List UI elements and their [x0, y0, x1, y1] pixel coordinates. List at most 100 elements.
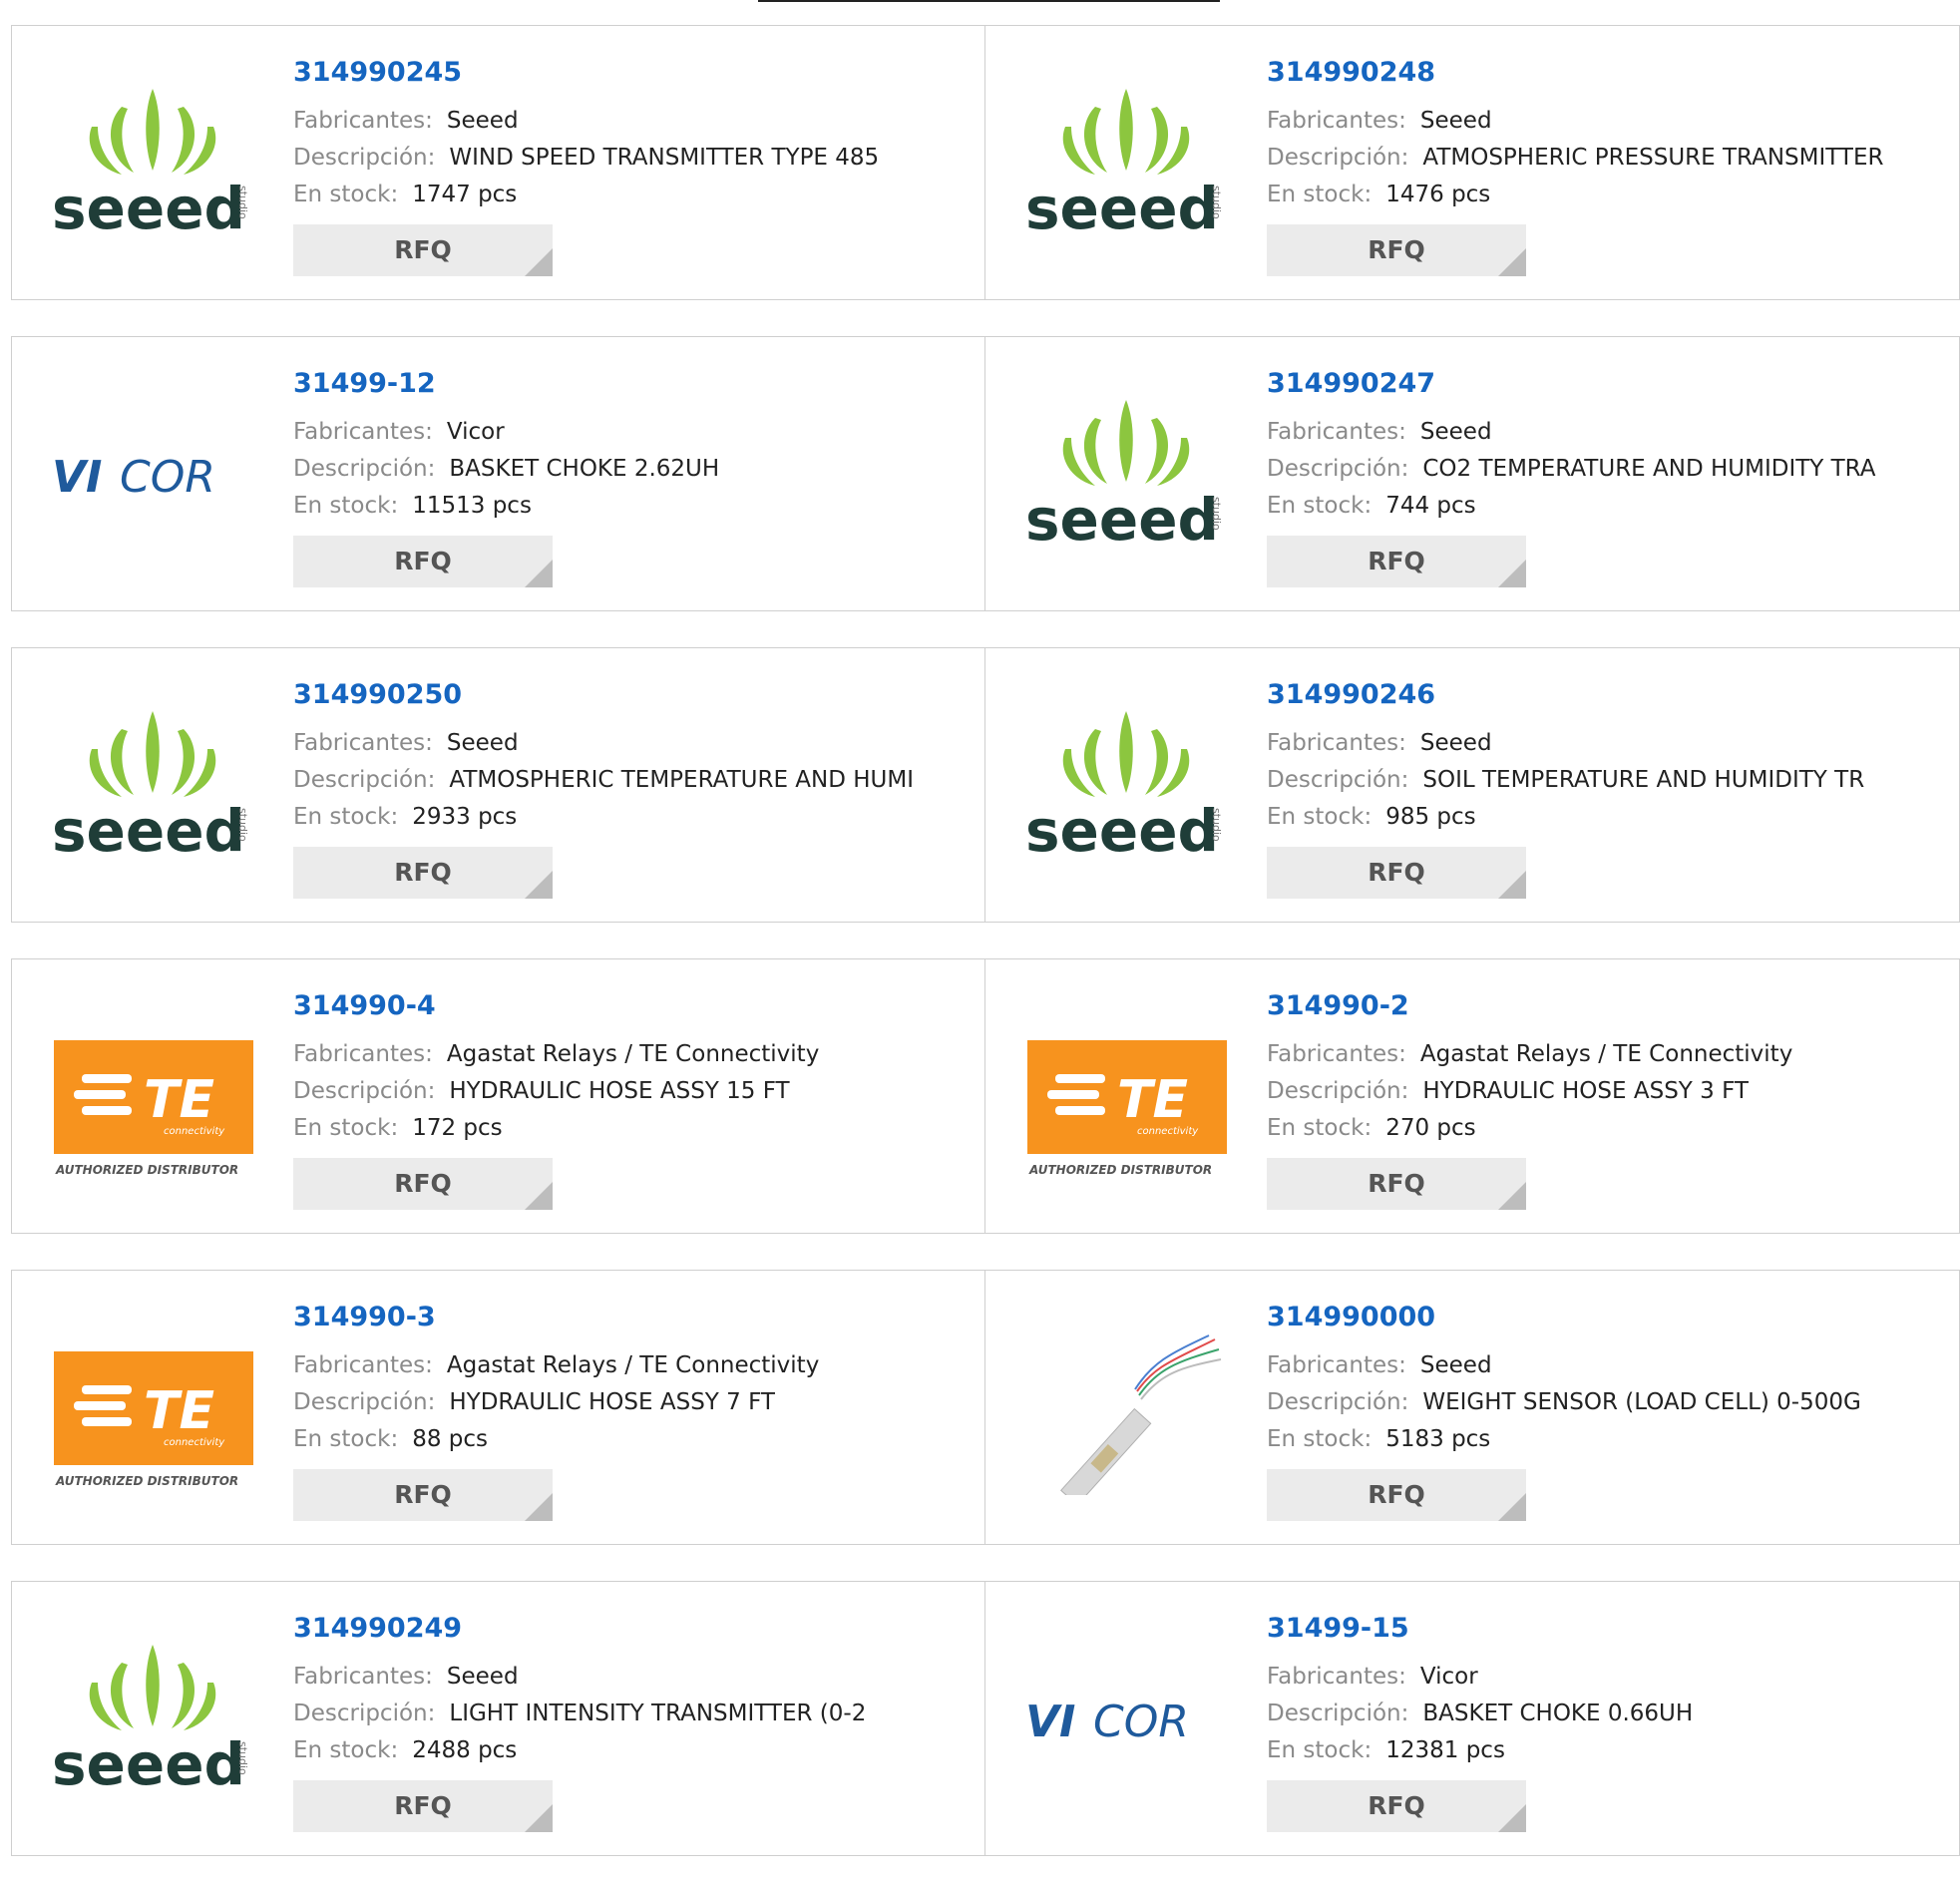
part-number-link[interactable]: 314990-3 [293, 1301, 819, 1334]
corner-triangle-icon [525, 247, 553, 276]
description-row: Descripción: CO2 TEMPERATURE AND HUMIDITY… [1267, 451, 1875, 488]
rfq-label: RFQ [394, 1480, 452, 1510]
stock-row: En stock: 2933 pcs [293, 799, 914, 836]
rfq-label: RFQ [1368, 1480, 1425, 1510]
product-info: 314990-4 Fabricantes: Agastat Relays / TE… [293, 989, 819, 1210]
manufacturer-value: Seeed [1419, 729, 1492, 756]
part-number-link[interactable]: 314990246 [1267, 678, 1864, 712]
stock-row: En stock: 2488 pcs [293, 1732, 866, 1769]
stock-label: En stock: [293, 492, 399, 519]
manufacturer-row: Fabricantes: Vicor [293, 414, 719, 451]
rfq-label: RFQ [1368, 858, 1425, 888]
description-row: Descripción: HYDRAULIC HOSE ASSY 7 FT [293, 1384, 819, 1421]
seeed-logo-icon: seeedstudio [1025, 711, 1223, 865]
description-label: Descripción: [293, 1077, 436, 1104]
svg-text:AUTHORIZED DISTRIBUTOR: AUTHORIZED DISTRIBUTOR [55, 1163, 238, 1177]
rfq-button[interactable]: RFQ [293, 1157, 553, 1210]
svg-text:TE: TE [1117, 1070, 1188, 1130]
description-row: Descripción: HYDRAULIC HOSE ASSY 3 FT [1267, 1073, 1792, 1110]
rfq-button[interactable]: RFQ [1267, 535, 1526, 587]
rfq-button[interactable]: RFQ [1267, 1157, 1526, 1210]
product-row: seeed studio 314990245 Fabricantes: Seeed … [11, 25, 1960, 300]
description-value: BASKET CHOKE 0.66UH [1422, 1700, 1694, 1726]
stock-label: En stock: [1267, 803, 1372, 830]
manufacturer-row: Fabricantes: Seeed [293, 103, 879, 140]
rfq-label: RFQ [1368, 547, 1425, 576]
rfq-button[interactable]: RFQ [1267, 846, 1526, 899]
product-card: seeed studio 314990249 Fabricantes: Seeed … [11, 1581, 985, 1856]
stock-value: 985 pcs [1385, 803, 1476, 830]
stock-row: En stock: 1476 pcs [1267, 177, 1883, 213]
description-value: WEIGHT SENSOR (LOAD CELL) 0-500G [1422, 1388, 1861, 1415]
part-number-link[interactable]: 314990247 [1267, 367, 1875, 401]
stock-value: 12381 pcs [1385, 1736, 1505, 1763]
rfq-button[interactable]: RFQ [293, 223, 553, 276]
description-value: HYDRAULIC HOSE ASSY 15 FT [449, 1077, 790, 1104]
manufacturer-row: Fabricantes: Seeed [1267, 414, 1875, 451]
product-info: 314990247 Fabricantes: Seeed Descripción:… [1267, 367, 1875, 587]
manufacturer-logo: seeed studio [1025, 392, 1229, 562]
corner-triangle-icon [525, 1181, 553, 1210]
rfq-button[interactable]: RFQ [1267, 223, 1526, 276]
stock-value: 5183 pcs [1385, 1425, 1491, 1452]
corner-triangle-icon [1498, 1803, 1526, 1832]
description-label: Descripción: [293, 1700, 436, 1726]
part-number-link[interactable]: 314990248 [1267, 56, 1883, 90]
description-value: SOIL TEMPERATURE AND HUMIDITY TR [1422, 766, 1865, 793]
part-number-link[interactable]: 314990-4 [293, 989, 819, 1023]
description-label: Descripción: [293, 455, 436, 482]
product-info: 314990245 Fabricantes: Seeed Descripción:… [293, 56, 879, 276]
manufacturer-row: Fabricantes: Agastat Relays / TE Connecti… [293, 1347, 819, 1384]
part-number-link[interactable]: 314990245 [293, 56, 879, 90]
rfq-button[interactable]: RFQ [293, 535, 553, 587]
manufacturer-value: Seeed [1419, 107, 1492, 134]
manufacturer-row: Fabricantes: Agastat Relays / TE Connecti… [293, 1036, 819, 1073]
stock-row: En stock: 5183 pcs [1267, 1421, 1861, 1458]
rfq-label: RFQ [394, 235, 452, 265]
manufacturer-value: Agastat Relays / TE Connectivity [1419, 1040, 1793, 1067]
te-logo-icon: TEconnectivity AUTHORIZED DISTRIBUTOR [54, 1351, 253, 1488]
product-card: seeed studio 314990245 Fabricantes: Seeed … [11, 25, 985, 300]
rfq-button[interactable]: RFQ [1267, 1468, 1526, 1521]
stock-value: 2488 pcs [412, 1736, 518, 1763]
seeed-wordmark: seeed [52, 1730, 245, 1798]
stock-row: En stock: 744 pcs [1267, 488, 1875, 525]
product-row: VI COR 31499-12 Fabricantes: Vicor Descrip… [11, 336, 1960, 611]
corner-triangle-icon [525, 870, 553, 899]
part-number-link[interactable]: 314990-2 [1267, 989, 1792, 1023]
rfq-button[interactable]: RFQ [293, 1779, 553, 1832]
rfq-label: RFQ [394, 858, 452, 888]
description-value: CO2 TEMPERATURE AND HUMIDITY TRA [1422, 455, 1876, 482]
stock-row: En stock: 11513 pcs [293, 488, 719, 525]
manufacturer-label: Fabricantes: [293, 1663, 433, 1690]
corner-triangle-icon [525, 1803, 553, 1832]
svg-text:studio: studio [236, 808, 249, 842]
manufacturer-row: Fabricantes: Seeed [1267, 725, 1864, 762]
vicor-logo-icon: VI COR [52, 452, 215, 503]
part-number-link[interactable]: 31499-12 [293, 367, 719, 401]
product-card: VI COR 31499-15 Fabricantes: Vicor Descrip… [985, 1581, 1960, 1856]
corner-triangle-icon [1498, 559, 1526, 587]
part-number-link[interactable]: 31499-15 [1267, 1612, 1693, 1646]
product-card: VI COR 31499-12 Fabricantes: Vicor Descrip… [11, 336, 985, 611]
product-card: TE connectivity AUTHORIZED DISTRIBUTOR 314… [11, 958, 985, 1234]
description-label: Descripción: [1267, 1388, 1409, 1415]
description-row: Descripción: BASKET CHOKE 2.62UH [293, 451, 719, 488]
part-number-link[interactable]: 314990250 [293, 678, 914, 712]
seeed-logo-icon: seeedstudio [52, 711, 249, 865]
rfq-button[interactable]: RFQ [293, 1468, 553, 1521]
stock-row: En stock: 88 pcs [293, 1421, 819, 1458]
rfq-label: RFQ [394, 1791, 452, 1821]
manufacturer-value: Seeed [446, 107, 519, 134]
rfq-button[interactable]: RFQ [293, 846, 553, 899]
te-logo-icon: TEconnectivity AUTHORIZED DISTRIBUTOR [54, 1040, 253, 1177]
manufacturer-row: Fabricantes: Seeed [293, 1659, 866, 1696]
description-row: Descripción: BASKET CHOKE 0.66UH [1267, 1696, 1693, 1732]
seeed-logo-icon: seeedstudio [1025, 89, 1223, 242]
rfq-button[interactable]: RFQ [1267, 1779, 1526, 1832]
description-row: Descripción: HYDRAULIC HOSE ASSY 15 FT [293, 1073, 819, 1110]
te-logo-icon: TEconnectivity AUTHORIZED DISTRIBUTOR [1027, 1040, 1227, 1177]
part-number-link[interactable]: 314990249 [293, 1612, 866, 1646]
part-number-link[interactable]: 314990000 [1267, 1301, 1861, 1334]
manufacturer-logo: seeed studio [1025, 81, 1229, 250]
